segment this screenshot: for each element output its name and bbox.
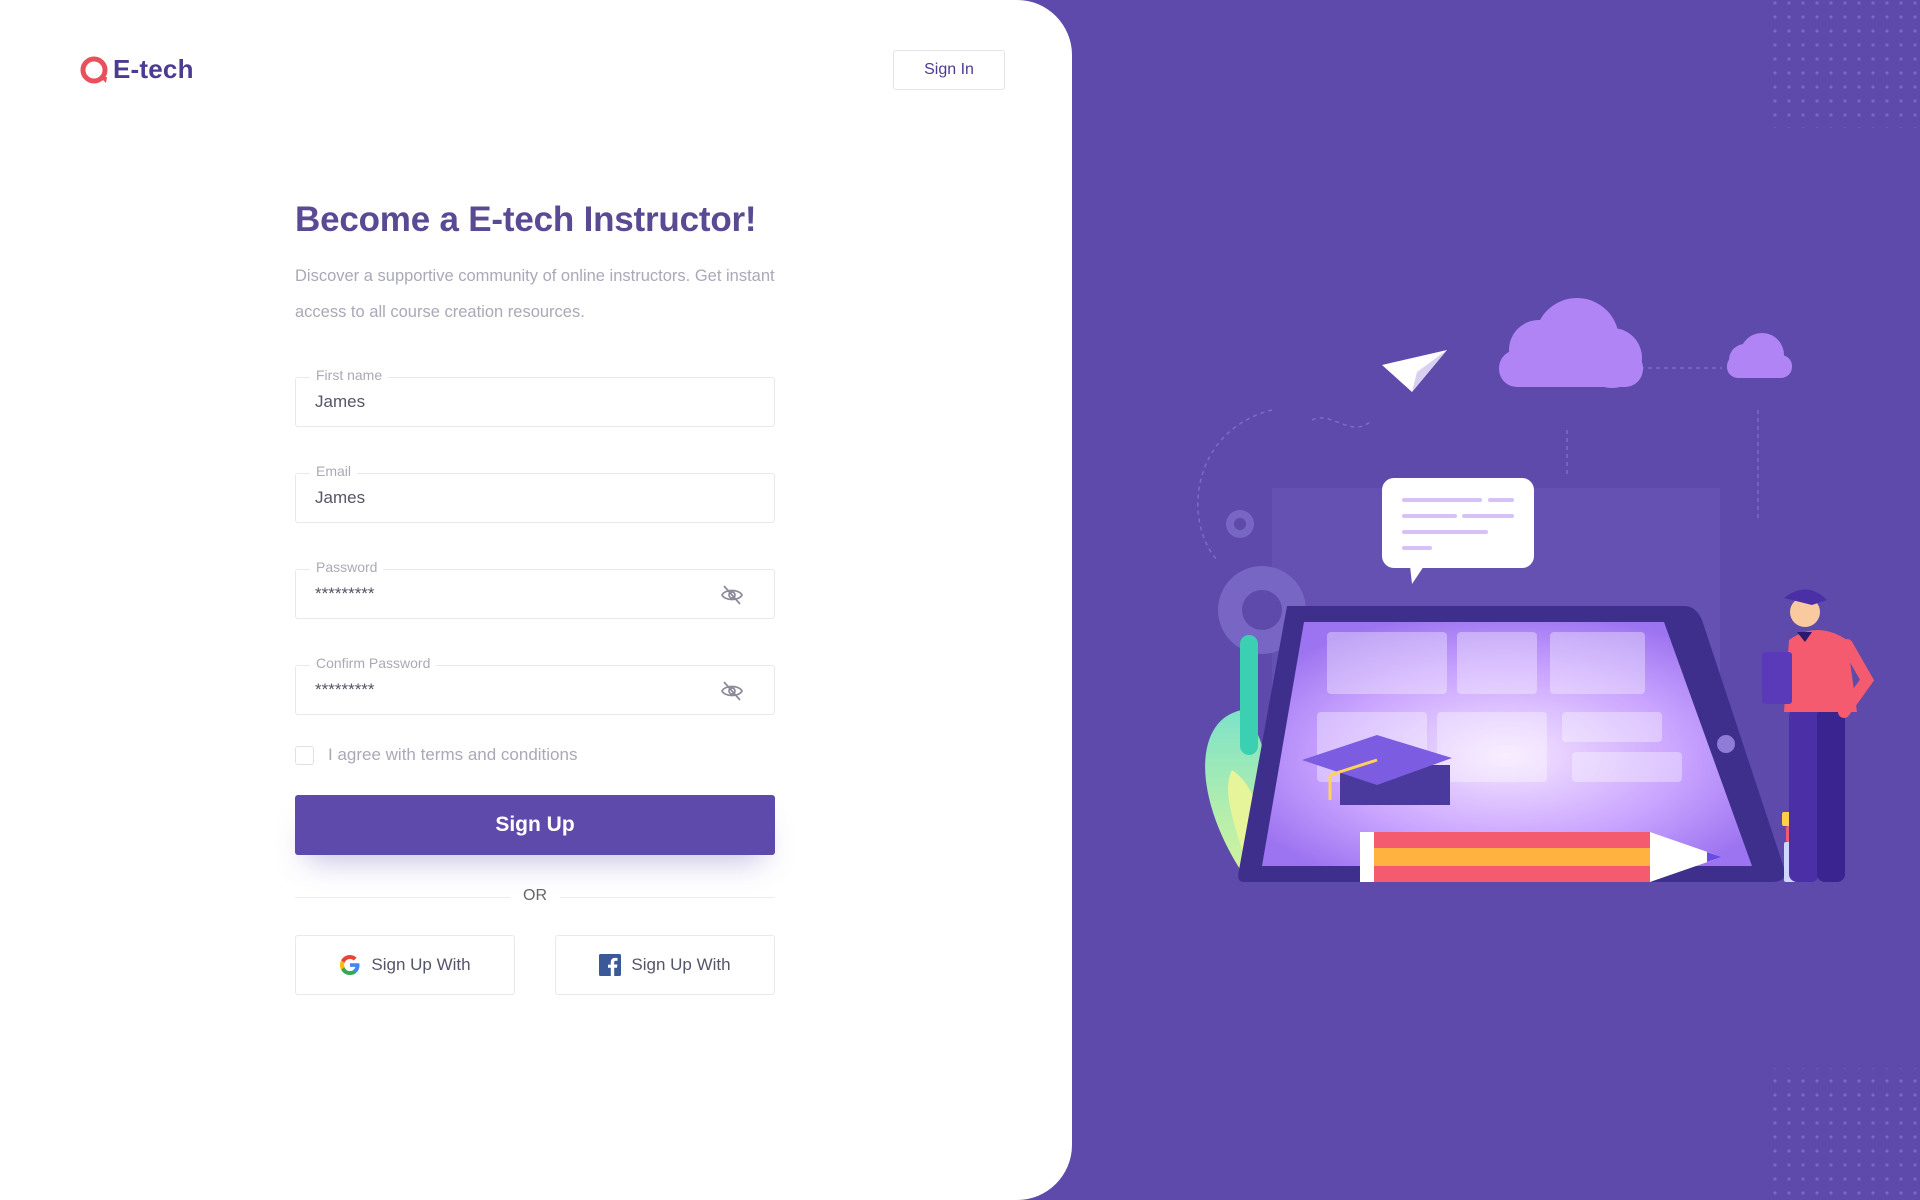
cloud-icon [1499, 298, 1643, 388]
first-name-label: First name [310, 367, 389, 383]
password-label: Password [310, 559, 384, 575]
email-field[interactable]: Email [295, 463, 775, 523]
eye-off-icon[interactable] [720, 680, 744, 702]
sign-in-button[interactable]: Sign In [893, 50, 1005, 90]
or-divider: OR [295, 887, 775, 907]
terms-agreement[interactable]: I agree with terms and conditions [295, 745, 577, 765]
paper-plane-icon [1382, 350, 1447, 392]
cloud-icon [1727, 333, 1792, 378]
eye-off-icon[interactable] [720, 584, 744, 606]
pencil-icon [1360, 832, 1722, 882]
confirm-password-input[interactable] [315, 680, 705, 700]
signup-form: Become a E-tech Instructor! Discover a s… [295, 200, 775, 995]
facebook-signup-label: Sign Up With [631, 955, 731, 974]
email-input[interactable] [315, 488, 705, 508]
sign-up-button[interactable]: Sign Up [295, 795, 775, 855]
facebook-signup-button[interactable]: Sign Up With [555, 935, 775, 995]
brand-logo[interactable]: E-tech [79, 54, 194, 85]
google-signup-button[interactable]: Sign Up With [295, 935, 515, 995]
confirm-password-label: Confirm Password [310, 655, 437, 671]
terms-label: I agree with terms and conditions [328, 745, 578, 764]
or-label: OR [523, 887, 547, 904]
instructor-figure [1762, 589, 1875, 882]
email-label: Email [310, 463, 358, 479]
instructor-illustration [1197, 0, 1920, 1200]
password-input[interactable] [315, 584, 705, 604]
brand-name: E-tech [113, 54, 194, 84]
terms-checkbox[interactable] [295, 745, 314, 765]
facebook-icon [599, 954, 622, 976]
password-field[interactable]: Password [295, 559, 775, 619]
page-subtitle: Discover a supportive community of onlin… [295, 267, 775, 321]
google-signup-label: Sign Up With [371, 955, 471, 974]
confirm-password-field[interactable]: Confirm Password [295, 655, 775, 715]
first-name-field[interactable]: First name [295, 367, 775, 427]
google-icon [340, 955, 360, 975]
first-name-input[interactable] [315, 392, 705, 412]
dot-pattern-bottom [1770, 1068, 1920, 1200]
page-title: Become a E-tech Instructor! [295, 200, 757, 239]
logo-icon [80, 56, 108, 83]
dot-pattern-top [1770, 0, 1920, 128]
signup-panel: E-tech Sign In Become a E-tech Instructo… [0, 0, 1072, 1200]
